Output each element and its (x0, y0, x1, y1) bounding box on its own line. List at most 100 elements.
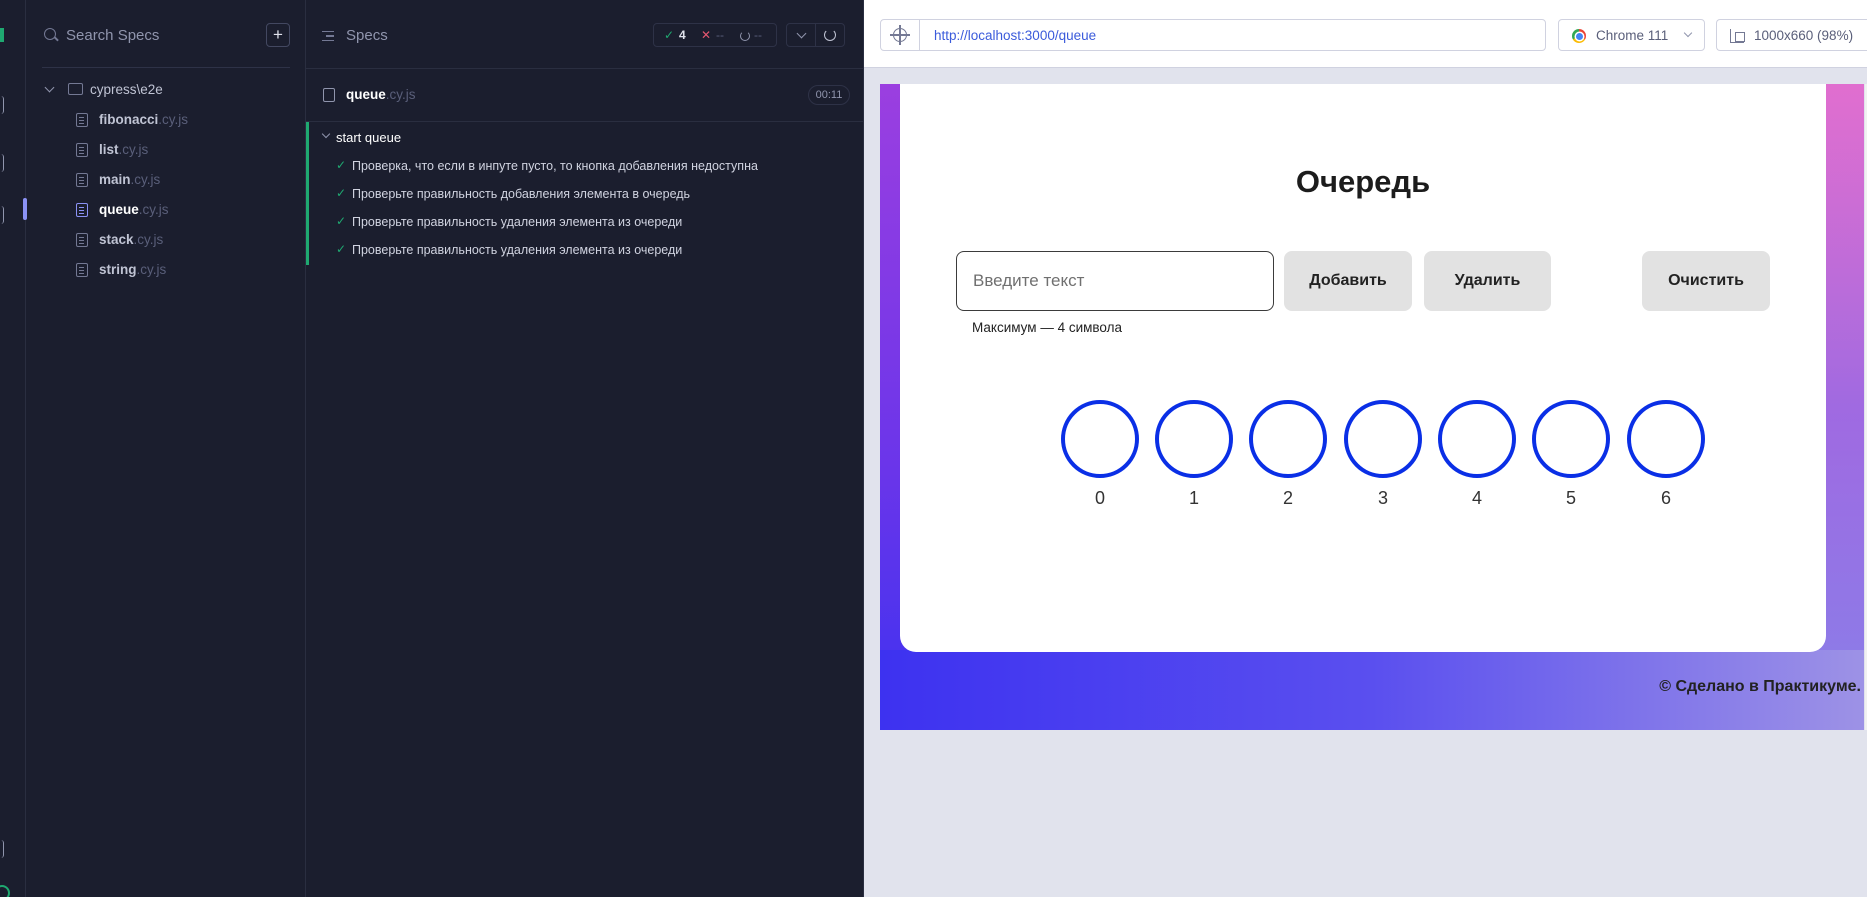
page-title: Очередь (1295, 164, 1431, 199)
reporter-header: Specs ✓ 4 ✕ -- -- (306, 0, 864, 69)
spec-file-ext: .cy.js (158, 112, 189, 127)
spec-file-list[interactable]: list.cy.js (26, 134, 306, 164)
spec-file-ext: .cy.js (130, 172, 161, 187)
running-spec-name: queue (346, 87, 386, 102)
test-item[interactable]: ✓ Проверка, что если в инпуте пусто, то … (309, 152, 864, 180)
viewport-size: 1000x660 (98%) (1754, 28, 1854, 43)
test-title: Проверка, что если в инпуте пусто, то кн… (352, 159, 758, 173)
queue-index: 3 (1377, 488, 1388, 508)
rerun-icon[interactable] (815, 23, 845, 47)
test-title: Проверьте правильность удаления элемента… (352, 243, 683, 257)
browser-toolbar: http://localhost:3000/queue Chrome 111 1… (864, 0, 1867, 68)
search-icon (44, 28, 56, 40)
queue-index: 6 (1660, 488, 1671, 508)
check-icon: ✓ (336, 186, 347, 200)
spec-file-queue[interactable]: queue.cy.js (23, 194, 306, 224)
pending-count: -- (754, 28, 762, 42)
delete-button[interactable]: Удалить (1424, 251, 1551, 311)
spec-file-name: list (99, 142, 119, 157)
suite-title: start queue (336, 130, 402, 145)
document-icon (76, 173, 88, 187)
queue-item: 6 (1626, 400, 1706, 509)
folder-label: cypress\e2e (90, 82, 163, 97)
aut-panel: http://localhost:3000/queue Chrome 111 1… (864, 0, 1867, 897)
chevron-down-icon (1683, 28, 1693, 38)
test-title: Проверьте правильность добавления элемен… (352, 187, 691, 201)
spec-duration: 00:11 (808, 85, 850, 105)
spec-file-ext: .cy.js (118, 142, 149, 157)
check-icon: ✓ (664, 28, 675, 42)
test-item[interactable]: ✓ Проверьте правильность удаления элемен… (309, 208, 864, 236)
spec-file-main[interactable]: main.cy.js (26, 164, 306, 194)
spec-file-name: queue (99, 202, 139, 217)
viewport-icon (1730, 29, 1745, 43)
spec-file-name: fibonacci (99, 112, 159, 127)
queue-circle (1438, 400, 1516, 478)
folder-icon (68, 83, 83, 95)
check-icon: ✓ (336, 214, 347, 228)
check-icon: ✓ (336, 158, 347, 172)
x-icon: ✕ (701, 28, 712, 42)
queue-index: 4 (1471, 488, 1482, 508)
document-icon (76, 113, 88, 127)
suite-header[interactable]: start queue (309, 122, 864, 152)
queue-index: 1 (1188, 488, 1199, 508)
chevron-down-icon[interactable] (786, 23, 816, 47)
clear-button[interactable]: Очистить (1642, 251, 1770, 311)
queue-text-input[interactable] (956, 251, 1274, 311)
test-item[interactable]: ✓ Проверьте правильность удаления элемен… (309, 236, 864, 264)
browser-selector[interactable]: Chrome 111 (1558, 19, 1705, 51)
spec-file-name: stack (99, 232, 134, 247)
browser-name: Chrome 111 (1596, 28, 1669, 43)
active-marker (23, 198, 27, 220)
queue-circle (1532, 400, 1610, 478)
app-under-test: Очередь Добавить Удалить Очистить Максим… (880, 84, 1864, 730)
spec-file-ext: .cy.js (136, 262, 167, 277)
document-icon (76, 263, 88, 277)
spec-search-bar: + (26, 0, 306, 69)
spec-file-fibonacci[interactable]: fibonacci.cy.js (26, 104, 306, 134)
queue-index: 5 (1565, 488, 1576, 508)
queue-item: 1 (1154, 400, 1234, 509)
footer-text: © Сделано в Практикуме. (1659, 678, 1861, 695)
queue-circle (1061, 400, 1139, 478)
toggle-specs-icon[interactable] (322, 31, 334, 41)
runs-nav-icon[interactable] (0, 154, 4, 172)
test-title: Проверьте правильность удаления элемента… (352, 215, 683, 229)
selector-playground-icon[interactable] (890, 25, 910, 45)
settings-nav-icon[interactable] (0, 206, 4, 224)
queue-item: 5 (1531, 400, 1611, 509)
queue-circle (1249, 400, 1327, 478)
pending-icon (740, 31, 750, 41)
viewport-selector[interactable]: 1000x660 (98%) (1716, 19, 1867, 51)
page-card: Очередь Добавить Удалить Очистить Максим… (900, 84, 1826, 652)
spec-file-stack[interactable]: stack.cy.js (26, 224, 306, 254)
document-icon (323, 88, 335, 102)
running-spec-ext: .cy.js (385, 87, 416, 102)
queue-circle (1344, 400, 1422, 478)
reporter-panel: Specs ✓ 4 ✕ -- -- queue.cy.js 00:11 star… (306, 0, 864, 897)
url-bar[interactable]: http://localhost:3000/queue (880, 19, 1546, 51)
spec-file-ext: .cy.js (133, 232, 164, 247)
url-text[interactable]: http://localhost:3000/queue (934, 28, 1096, 43)
add-button[interactable]: Добавить (1284, 251, 1412, 311)
running-spec-header: queue.cy.js 00:11 (306, 78, 864, 122)
chrome-icon (1572, 29, 1586, 43)
failed-count: -- (716, 28, 724, 42)
spec-file-string[interactable]: string.cy.js (26, 254, 306, 284)
folder-row[interactable]: cypress\e2e (26, 78, 306, 104)
specs-nav-icon[interactable] (0, 96, 4, 114)
specs-panel: + cypress\e2e fibonacci.cy.js list.cy.js… (23, 0, 306, 897)
reporter-title[interactable]: Specs (346, 27, 388, 44)
spec-file-name: main (99, 172, 131, 187)
queue-index: 2 (1282, 488, 1293, 508)
status-icon[interactable] (0, 885, 10, 897)
test-stats: ✓ 4 ✕ -- -- (653, 23, 777, 47)
search-specs-input[interactable] (66, 24, 236, 46)
document-icon (76, 143, 88, 157)
cypress-logo-icon (0, 28, 4, 42)
test-item[interactable]: ✓ Проверьте правильность добавления элем… (309, 180, 864, 208)
document-icon (76, 203, 88, 217)
add-spec-button[interactable]: + (266, 23, 290, 47)
keyboard-nav-icon[interactable] (0, 840, 4, 858)
